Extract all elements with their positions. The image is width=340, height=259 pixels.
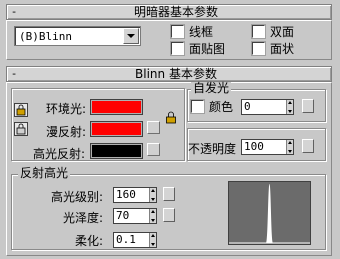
lock-icon — [166, 111, 176, 124]
dropdown-arrow-button[interactable] — [123, 28, 139, 44]
spinner-arrows[interactable] — [149, 233, 156, 247]
spinner-arrows[interactable] — [286, 100, 293, 114]
faceted-option[interactable]: 面状 — [252, 41, 295, 56]
faceted-label: 面状 — [270, 41, 295, 56]
collapse-icon[interactable]: - — [7, 5, 21, 19]
lock-diffuse-specular-button[interactable] — [14, 122, 28, 136]
specular-level-map-button[interactable] — [163, 187, 175, 201]
specular-level-spinner[interactable]: 160 — [113, 187, 157, 203]
self-illum-color-checkbox[interactable] — [191, 99, 204, 113]
self-illum-value: 0 — [244, 100, 251, 113]
lock-diffuse-map-button[interactable] — [165, 111, 177, 124]
opacity-value: 100 — [244, 140, 264, 153]
diffuse-color-swatch[interactable] — [90, 121, 143, 137]
wire-checkbox[interactable] — [171, 24, 184, 38]
faceted-checkbox[interactable] — [252, 41, 265, 55]
specular-level-value: 160 — [116, 188, 136, 201]
spinner-arrows[interactable] — [286, 140, 293, 154]
self-illum-color-option[interactable]: 颜色 — [191, 99, 234, 114]
rollout-title: 明暗器基本参数 — [133, 5, 218, 19]
opacity-spinner[interactable]: 100 — [241, 139, 294, 155]
spinner-arrows[interactable] — [149, 209, 156, 223]
specular-level-label: 高光级别: — [51, 190, 104, 204]
specular-highlights-title: 反射高光 — [18, 166, 71, 180]
ambient-color-swatch[interactable] — [90, 99, 143, 115]
specular-color-swatch[interactable] — [90, 143, 143, 159]
soften-value: 0.1 — [116, 233, 136, 246]
diffuse-label: 漫反射: — [46, 125, 87, 139]
wire-label: 线框 — [189, 24, 214, 39]
diffuse-map-button[interactable] — [147, 121, 160, 134]
self-illum-map-button[interactable] — [302, 99, 314, 113]
shader-basic-params-header[interactable]: - 明暗器基本参数 — [6, 4, 332, 20]
ambient-label: 环境光: — [46, 102, 87, 116]
lock-ambient-diffuse-button[interactable] — [14, 103, 28, 117]
face-map-option[interactable]: 面贴图 — [171, 41, 226, 56]
lock-icon — [16, 123, 26, 135]
shader-type-value: (B)Blinn — [19, 29, 72, 43]
glossiness-label: 光泽度: — [63, 211, 104, 225]
face-map-checkbox[interactable] — [171, 41, 184, 55]
glossiness-spinner[interactable]: 70 — [113, 208, 157, 224]
shader-type-dropdown[interactable]: (B)Blinn — [14, 26, 141, 46]
specular-label: 高光反射: — [33, 147, 86, 161]
specular-map-button[interactable] — [147, 143, 160, 156]
spinner-arrows[interactable] — [149, 188, 156, 202]
glossiness-value: 70 — [116, 209, 130, 222]
collapse-icon[interactable]: - — [7, 67, 21, 81]
face-map-label: 面贴图 — [189, 41, 226, 56]
chevron-down-icon — [127, 34, 135, 38]
self-illum-spinner[interactable]: 0 — [241, 99, 294, 115]
blinn-basic-params-header[interactable]: - Blinn 基本参数 — [6, 66, 332, 82]
self-illum-color-label: 颜色 — [209, 99, 234, 114]
two-sided-option[interactable]: 双面 — [252, 24, 295, 39]
lock-icon — [16, 104, 26, 116]
soften-label: 柔化: — [75, 234, 104, 248]
opacity-map-button[interactable] — [302, 139, 314, 153]
self-illumination-title: 自发光 — [191, 81, 232, 95]
two-sided-label: 双面 — [270, 24, 295, 39]
highlight-curve-icon — [229, 184, 310, 244]
glossiness-map-button[interactable] — [163, 208, 175, 222]
soften-spinner[interactable]: 0.1 — [113, 232, 157, 248]
highlight-curve-graph — [228, 181, 311, 245]
two-sided-checkbox[interactable] — [252, 24, 265, 38]
wire-option[interactable]: 线框 — [171, 24, 214, 39]
rollout-title: Blinn 基本参数 — [135, 67, 217, 81]
opacity-label: 不透明度 — [188, 142, 237, 156]
